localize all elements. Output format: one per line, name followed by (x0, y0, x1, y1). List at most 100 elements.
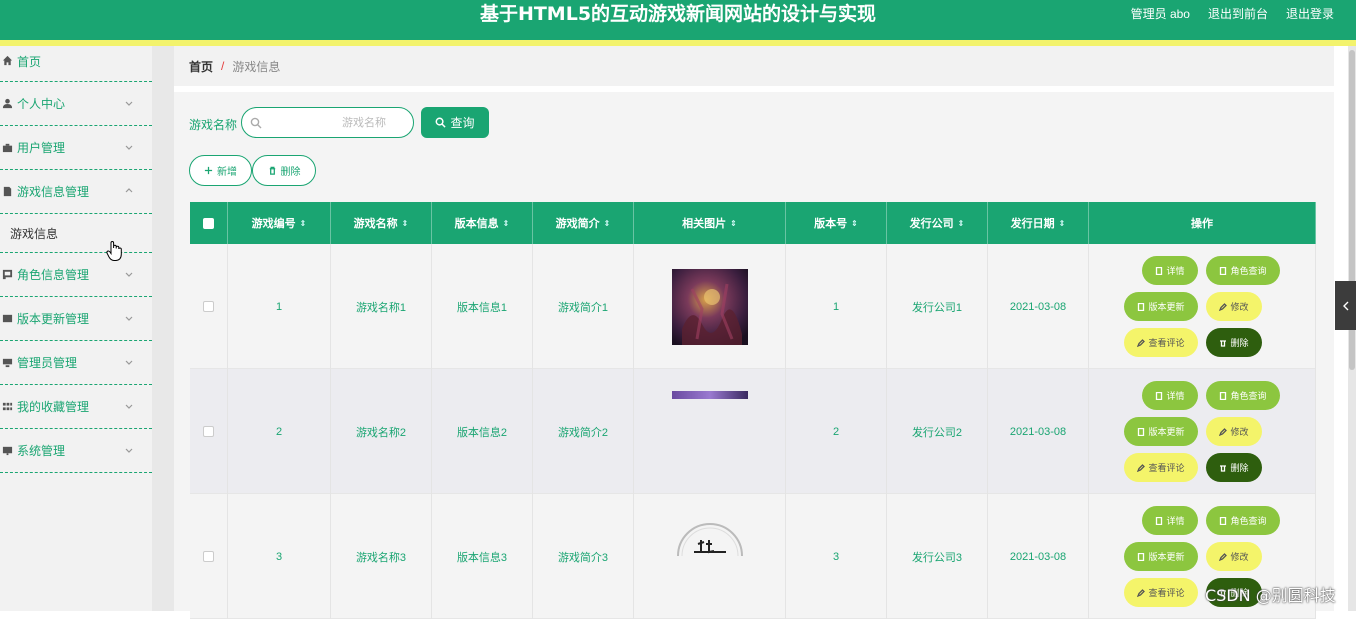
document-icon (1156, 516, 1163, 525)
game-image[interactable] (671, 391, 748, 399)
table-row: 2 游戏名称2 版本信息2 游戏简介2 2 发行公司2 2021-03-08 详… (190, 369, 1316, 494)
user-icon (0, 97, 14, 111)
watermark: CSDN @别圆科技 (1205, 586, 1336, 605)
column-header[interactable]: 游戏简介 ⇕ (533, 202, 634, 244)
document-icon (1220, 266, 1227, 275)
detail-button[interactable]: 详情 (1142, 506, 1198, 535)
edit-button-label: 修改 (1230, 552, 1249, 562)
detail-button-label: 详情 (1166, 516, 1185, 526)
row-checkbox[interactable] (203, 301, 214, 312)
sidebar-item-label: 角色信息管理 (17, 268, 90, 282)
delete-button[interactable]: 删除 (252, 155, 316, 186)
collapse-panel-button[interactable] (1335, 281, 1356, 330)
document-icon (1156, 266, 1163, 275)
view-comments-button[interactable]: 查看评论 (1124, 453, 1198, 482)
column-header[interactable]: 发行日期 ⇕ (988, 202, 1089, 244)
cell-image (634, 369, 786, 494)
trash-icon (1220, 339, 1227, 347)
logout-link[interactable]: 退出登录 (1286, 5, 1334, 22)
detail-button[interactable]: 详情 (1142, 381, 1198, 410)
sidebar-item-admins[interactable]: 管理员管理 (0, 341, 152, 385)
chevron-down-icon (124, 141, 134, 151)
detail-button-label: 详情 (1166, 391, 1185, 401)
chevron-up-icon (124, 185, 134, 195)
cell-version-no: 3 (786, 494, 887, 619)
sidebar-item-version-updates[interactable]: 版本更新管理 (0, 297, 152, 341)
role-query-button[interactable]: 角色查询 (1206, 506, 1280, 535)
sidebar-item-system[interactable]: 系统管理 (0, 429, 152, 473)
column-header[interactable]: 发行公司 ⇕ (887, 202, 988, 244)
column-header-label: 版本信息 (454, 218, 499, 230)
sidebar-item-game-info[interactable]: 游戏信息管理 (0, 170, 152, 214)
column-header[interactable]: 游戏名称 ⇕ (331, 202, 432, 244)
sort-icon: ⇕ (957, 218, 965, 228)
chevron-down-icon (124, 268, 134, 278)
view-comments-button[interactable]: 查看评论 (1124, 578, 1198, 607)
sidebar-scroll-gutter (152, 46, 174, 611)
version-update-button[interactable]: 版本更新 (1124, 292, 1198, 321)
sidebar-item-label: 管理员管理 (17, 356, 78, 370)
edit-button-label: 修改 (1230, 302, 1249, 312)
game-image[interactable] (672, 518, 748, 558)
version-update-button[interactable]: 版本更新 (1124, 417, 1198, 446)
search-input[interactable] (266, 112, 406, 133)
sidebar-item-profile[interactable]: 个人中心 (0, 82, 152, 126)
edit-button[interactable]: 修改 (1206, 292, 1262, 321)
detail-button-label: 详情 (1166, 266, 1185, 276)
row-checkbox[interactable] (203, 426, 214, 437)
cell-intro: 游戏简介1 (533, 244, 634, 369)
table-row: 1 游戏名称1 版本信息1 游戏简介1 1 发行公司1 2021-03-08 详… (190, 244, 1316, 369)
trash-icon (1220, 464, 1227, 472)
cell-name: 游戏名称1 (331, 244, 432, 369)
row-checkbox[interactable] (203, 551, 214, 562)
view-comments-button-label: 查看评论 (1148, 463, 1185, 473)
add-button-label: 新增 (217, 167, 237, 178)
edit-button[interactable]: 修改 (1206, 542, 1262, 571)
cell-name: 游戏名称3 (331, 494, 432, 619)
row-delete-button[interactable]: 删除 (1206, 453, 1262, 482)
column-header-label: 操作 (1191, 218, 1213, 230)
sidebar-item-label: 用户管理 (17, 141, 66, 155)
role-query-button[interactable]: 角色查询 (1206, 381, 1280, 410)
column-header[interactable]: 版本信息 ⇕ (432, 202, 533, 244)
add-button[interactable]: 新增 (189, 155, 252, 186)
view-comments-button[interactable]: 查看评论 (1124, 328, 1198, 357)
sidebar-item-users[interactable]: 用户管理 (0, 126, 152, 170)
edit-button[interactable]: 修改 (1206, 417, 1262, 446)
select-all-checkbox-cell[interactable] (190, 202, 228, 244)
submenu-item-game-info[interactable]: 游戏信息 (0, 214, 152, 253)
role-query-button[interactable]: 角色查询 (1206, 256, 1280, 285)
cell-actions: 详情 角色查询 版本更新 修改 查看评论 删除 (1089, 369, 1316, 494)
version-update-button[interactable]: 版本更新 (1124, 542, 1198, 571)
main-panel: 游戏名称 查询 新增 删除 游戏编号⇕ 游戏名称⇕ 版本信息⇕ 游戏简介⇕ 相关… (174, 92, 1334, 619)
cell-intro: 游戏简介2 (533, 369, 634, 494)
row-delete-button[interactable]: 删除 (1206, 328, 1262, 357)
frame-icon (0, 268, 14, 282)
chevron-down-icon (124, 97, 134, 107)
admin-user-label[interactable]: 管理员 abo (1131, 5, 1190, 22)
cell-version-info: 版本信息2 (432, 369, 533, 494)
select-all-checkbox[interactable] (203, 217, 214, 229)
cell-id: 3 (228, 494, 331, 619)
pencil-icon (1137, 463, 1146, 472)
detail-button[interactable]: 详情 (1142, 256, 1198, 285)
column-header[interactable]: 版本号 ⇕ (786, 202, 887, 244)
breadcrumb-home[interactable]: 首页 (189, 58, 213, 75)
sidebar-item-roles[interactable]: 角色信息管理 (0, 253, 152, 297)
pencil-icon (1219, 427, 1228, 436)
chevron-down-icon (124, 356, 134, 366)
document-icon (1220, 391, 1227, 400)
game-table: 游戏编号 ⇕ 游戏名称 ⇕ 版本信息 ⇕ 游戏简介 ⇕ 相关图片 ⇕ 版本号 ⇕ 发行公司 ⇕… (190, 202, 1316, 619)
game-image[interactable] (671, 268, 748, 345)
sidebar-item-favorites[interactable]: 我的收藏管理 (0, 385, 152, 429)
query-button[interactable]: 查询 (421, 107, 489, 138)
column-header[interactable]: 游戏编号 ⇕ (228, 202, 331, 244)
sidebar-item-home[interactable]: 首页 (0, 46, 152, 82)
column-header[interactable]: 相关图片 ⇕ (634, 202, 786, 244)
chevron-down-icon (124, 400, 134, 410)
back-to-front-link[interactable]: 退出到前台 (1208, 5, 1268, 22)
cell-image (634, 244, 786, 369)
sort-icon: ⇕ (851, 218, 858, 228)
search-box (241, 107, 414, 138)
card-icon (0, 312, 14, 326)
